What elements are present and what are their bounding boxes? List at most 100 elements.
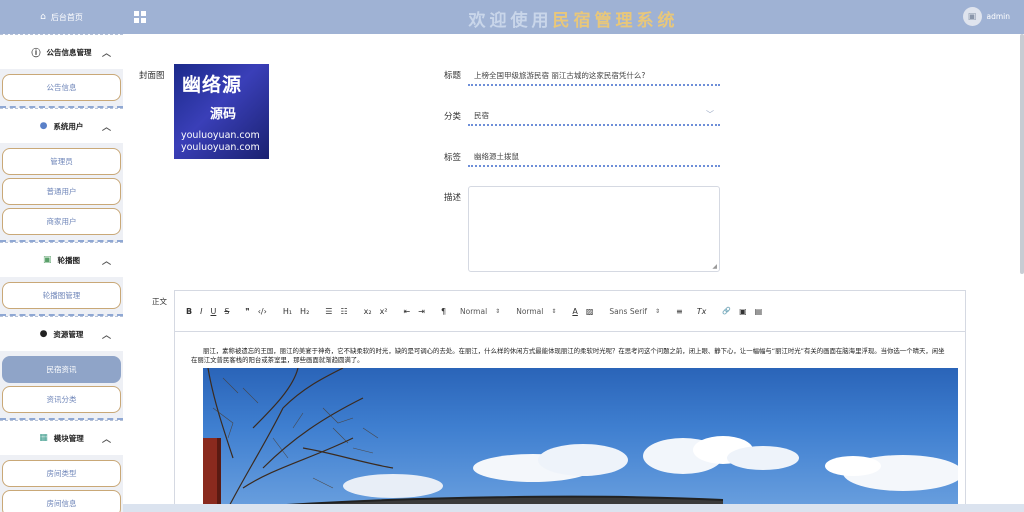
cover-image[interactable]: 幽络源 源码 youluoyuan.com youluoyuan.com: [174, 64, 269, 159]
sidebar-item-normal-user[interactable]: 普通用户: [2, 178, 121, 205]
editor-content[interactable]: 丽江，素称被遗忘的王国，丽江的美宴于神奇，它不缺柔软的时光，缺的是可调心的去处。…: [175, 332, 965, 365]
header2-button[interactable]: H₂: [300, 307, 309, 316]
category-select[interactable]: 民宿 ﹀: [468, 106, 720, 126]
ordered-list-button[interactable]: ☰: [325, 307, 332, 316]
image-icon: ▣: [42, 255, 52, 265]
sidebar-group-label: 模块管理: [53, 433, 84, 443]
category-value: 民宿: [474, 111, 489, 120]
sidebar-group-label: 轮播图: [57, 255, 81, 265]
title-input[interactable]: 上榜全国甲级旅游民宿 丽江古城的这家民宿凭什么?: [468, 66, 720, 86]
page-scrollbar[interactable]: [1020, 34, 1024, 274]
bullet-list-button[interactable]: ☷: [340, 307, 347, 316]
user-icon: ●: [39, 121, 48, 131]
sidebar-home[interactable]: ⌂ 后台首页: [0, 0, 123, 34]
chevron-up-icon: ︿: [101, 49, 111, 59]
top-header: 欢迎使用民宿管理系统 ▣ admin: [123, 0, 1024, 34]
sidebar-item-notice-info[interactable]: 公告信息: [2, 74, 121, 101]
code-block-button[interactable]: ‹/›: [258, 307, 267, 316]
lijiang-sky-photo: [203, 368, 958, 512]
sidebar-submenu: 民宿资讯 资讯分类: [0, 351, 123, 420]
editor-toolbar: B I U S ❞ ‹/› H₁ H₂ ☰ ☷ x₂ x² ⇤ ⇥ ¶ Norm…: [175, 291, 965, 332]
category-label: 分类: [444, 112, 462, 122]
sidebar-group-users[interactable]: ● 系统用户 ︿: [0, 108, 123, 143]
sidebar-submenu: 房间类型 房间信息: [0, 455, 123, 512]
sidebar-group-label: 系统用户: [53, 121, 84, 131]
sidebar-group-resources[interactable]: ● 资源管理 ︿: [0, 316, 123, 351]
avatar: ▣: [962, 7, 982, 26]
home-icon: ⌂: [40, 12, 46, 22]
sidebar-item-room-type[interactable]: 房间类型: [2, 460, 121, 487]
app-title-char: 管: [594, 11, 616, 31]
image-button[interactable]: ▣: [739, 307, 747, 316]
background-color-button[interactable]: ▨: [586, 307, 594, 316]
header-select[interactable]: Normal ⇕: [516, 307, 556, 316]
app-title-char: 迎: [489, 11, 511, 31]
chevron-up-icon: ︿: [101, 435, 111, 445]
cover-text-sub: 源码: [210, 107, 237, 122]
description-label: 描述: [444, 193, 462, 203]
sidebar-group-modules[interactable]: ▦ 模块管理 ︿: [0, 420, 123, 455]
header1-button[interactable]: H₁: [283, 307, 292, 316]
chevron-up-icon: ︿: [101, 257, 111, 267]
blockquote-button[interactable]: ❞: [245, 307, 249, 316]
user-menu[interactable]: ▣ admin: [962, 7, 1011, 26]
font-select[interactable]: Sans Serif ⇕: [609, 307, 660, 316]
size-select[interactable]: Normal ⇕: [460, 307, 500, 316]
underline-button[interactable]: U: [210, 307, 216, 316]
info-icon: ⓘ: [31, 48, 41, 59]
grid-icon: ▦: [39, 433, 48, 443]
align-button[interactable]: ≡: [676, 307, 683, 316]
outdent-button[interactable]: ⇤: [404, 307, 411, 316]
video-button[interactable]: ▤: [755, 307, 763, 316]
updown-icon: ⇕: [495, 307, 501, 315]
username: admin: [986, 12, 1011, 21]
app-title-char: 宿: [573, 11, 595, 31]
chevron-up-icon: ︿: [101, 123, 111, 133]
app-title-char: 使: [510, 11, 532, 31]
app-title-char: 统: [657, 11, 679, 31]
content-photo: [203, 368, 958, 512]
sidebar-group-notice[interactable]: ⓘ 公告信息管理 ︿: [0, 34, 123, 69]
app-title-char: 民: [552, 11, 574, 31]
updown-icon: ⇕: [551, 307, 557, 315]
strike-button[interactable]: S: [224, 307, 229, 316]
sidebar-item-admin[interactable]: 管理员: [2, 148, 121, 175]
sidebar-item-merchant-user[interactable]: 商家用户: [2, 208, 121, 235]
sidebar-submenu: 轮播图管理: [0, 277, 123, 316]
italic-button[interactable]: I: [200, 307, 202, 316]
app-title-char: 欢: [468, 11, 490, 31]
bold-button[interactable]: B: [186, 307, 192, 316]
sidebar-submenu: 公告信息: [0, 69, 123, 108]
text-direction-button[interactable]: ¶: [441, 307, 446, 316]
indent-button[interactable]: ⇥: [418, 307, 425, 316]
updown-icon: ⇕: [655, 307, 661, 315]
sidebar-group-label: 公告信息管理: [46, 47, 92, 57]
clean-format-button[interactable]: Tx: [697, 307, 707, 316]
tags-label: 标签: [444, 153, 462, 163]
sidebar-home-label: 后台首页: [50, 12, 83, 22]
location-pin-icon: ●: [39, 329, 48, 339]
sidebar-group-label: 资源管理: [53, 329, 84, 339]
sidebar-item-carousel-manage[interactable]: 轮播图管理: [2, 282, 121, 309]
sidebar-item-news-category[interactable]: 资讯分类: [2, 386, 121, 413]
app-title: 欢迎使用民宿管理系统: [123, 6, 1024, 31]
sidebar-submenu: 管理员 普通用户 商家用户: [0, 143, 123, 242]
font-color-button[interactable]: A: [572, 307, 577, 316]
cover-label: 封面图: [139, 71, 165, 81]
sidebar-group-carousel[interactable]: ▣ 轮播图 ︿: [0, 242, 123, 277]
superscript-button[interactable]: x²: [380, 307, 388, 316]
resize-handle-icon[interactable]: ◢: [712, 263, 717, 270]
chevron-up-icon: ︿: [101, 331, 111, 341]
sidebar-item-homestay-news[interactable]: 民宿资讯: [2, 356, 121, 383]
body-label: 正文: [152, 297, 167, 306]
subscript-button[interactable]: x₂: [364, 307, 372, 316]
chevron-down-icon: ﹀: [706, 110, 714, 119]
app-title-char: 系: [636, 11, 658, 31]
tags-input[interactable]: 幽络源土拨鼠: [468, 147, 720, 167]
app-title-char: 理: [615, 11, 637, 31]
title-label: 标题: [444, 71, 462, 81]
sidebar-item-room-info[interactable]: 房间信息: [2, 490, 121, 512]
app-title-char: 用: [531, 11, 553, 31]
description-textarea[interactable]: ◢: [468, 186, 720, 272]
link-button[interactable]: 🔗: [722, 307, 731, 315]
